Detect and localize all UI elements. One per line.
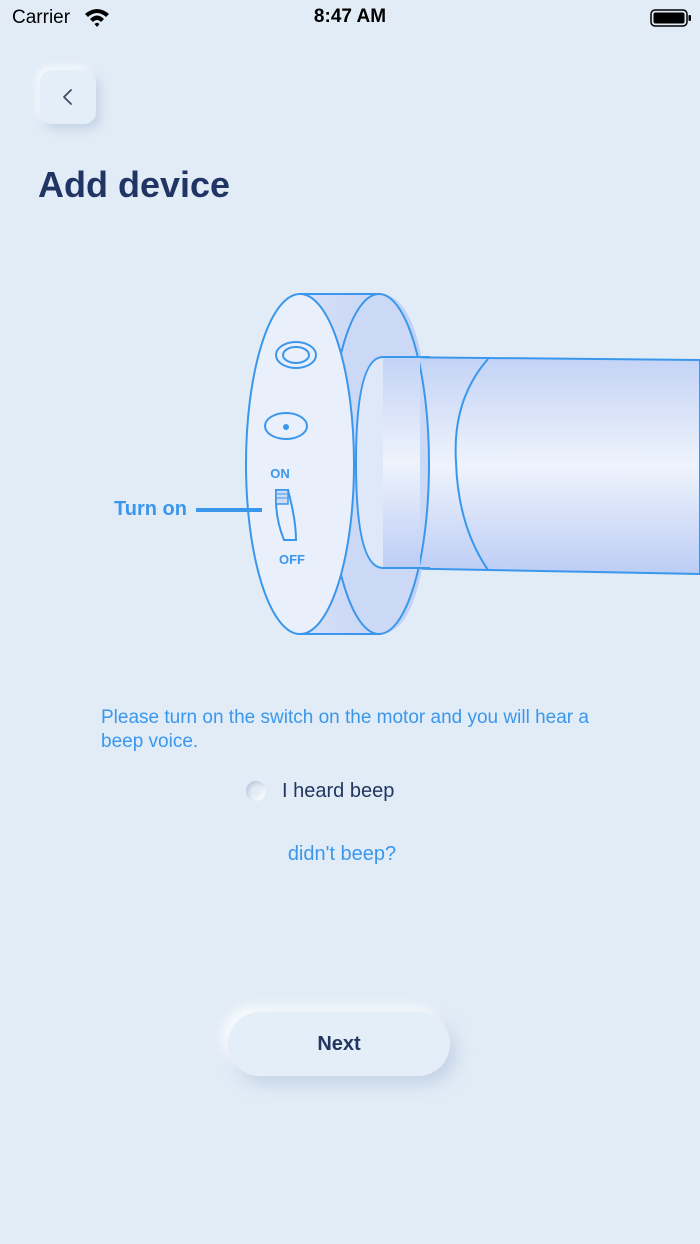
status-time: 8:47 AM — [313, 6, 387, 27]
instruction-text: Please turn on the switch on the motor a… — [101, 707, 589, 752]
page-title: Add device — [38, 164, 231, 205]
heard-beep-radio[interactable] — [246, 781, 266, 801]
motor-illustration: ON OFF — [245, 293, 700, 635]
heard-beep-label: I heard beep — [282, 779, 395, 802]
pointer-line — [196, 508, 262, 512]
status-bar: Carrier 8:47 AM — [0, 0, 700, 36]
heard-beep-option[interactable]: I heard beep — [246, 778, 394, 804]
chevron-left-icon — [63, 89, 72, 105]
back-button[interactable] — [40, 70, 96, 124]
didnt-beep-link[interactable]: didn't beep? — [0, 843, 684, 866]
battery-icon — [650, 9, 691, 27]
turn-on-label: Turn on — [114, 498, 187, 520]
switch-off-label: OFF — [279, 552, 305, 567]
next-button[interactable]: Next — [228, 1012, 450, 1076]
switch-on-label: ON — [270, 466, 290, 481]
